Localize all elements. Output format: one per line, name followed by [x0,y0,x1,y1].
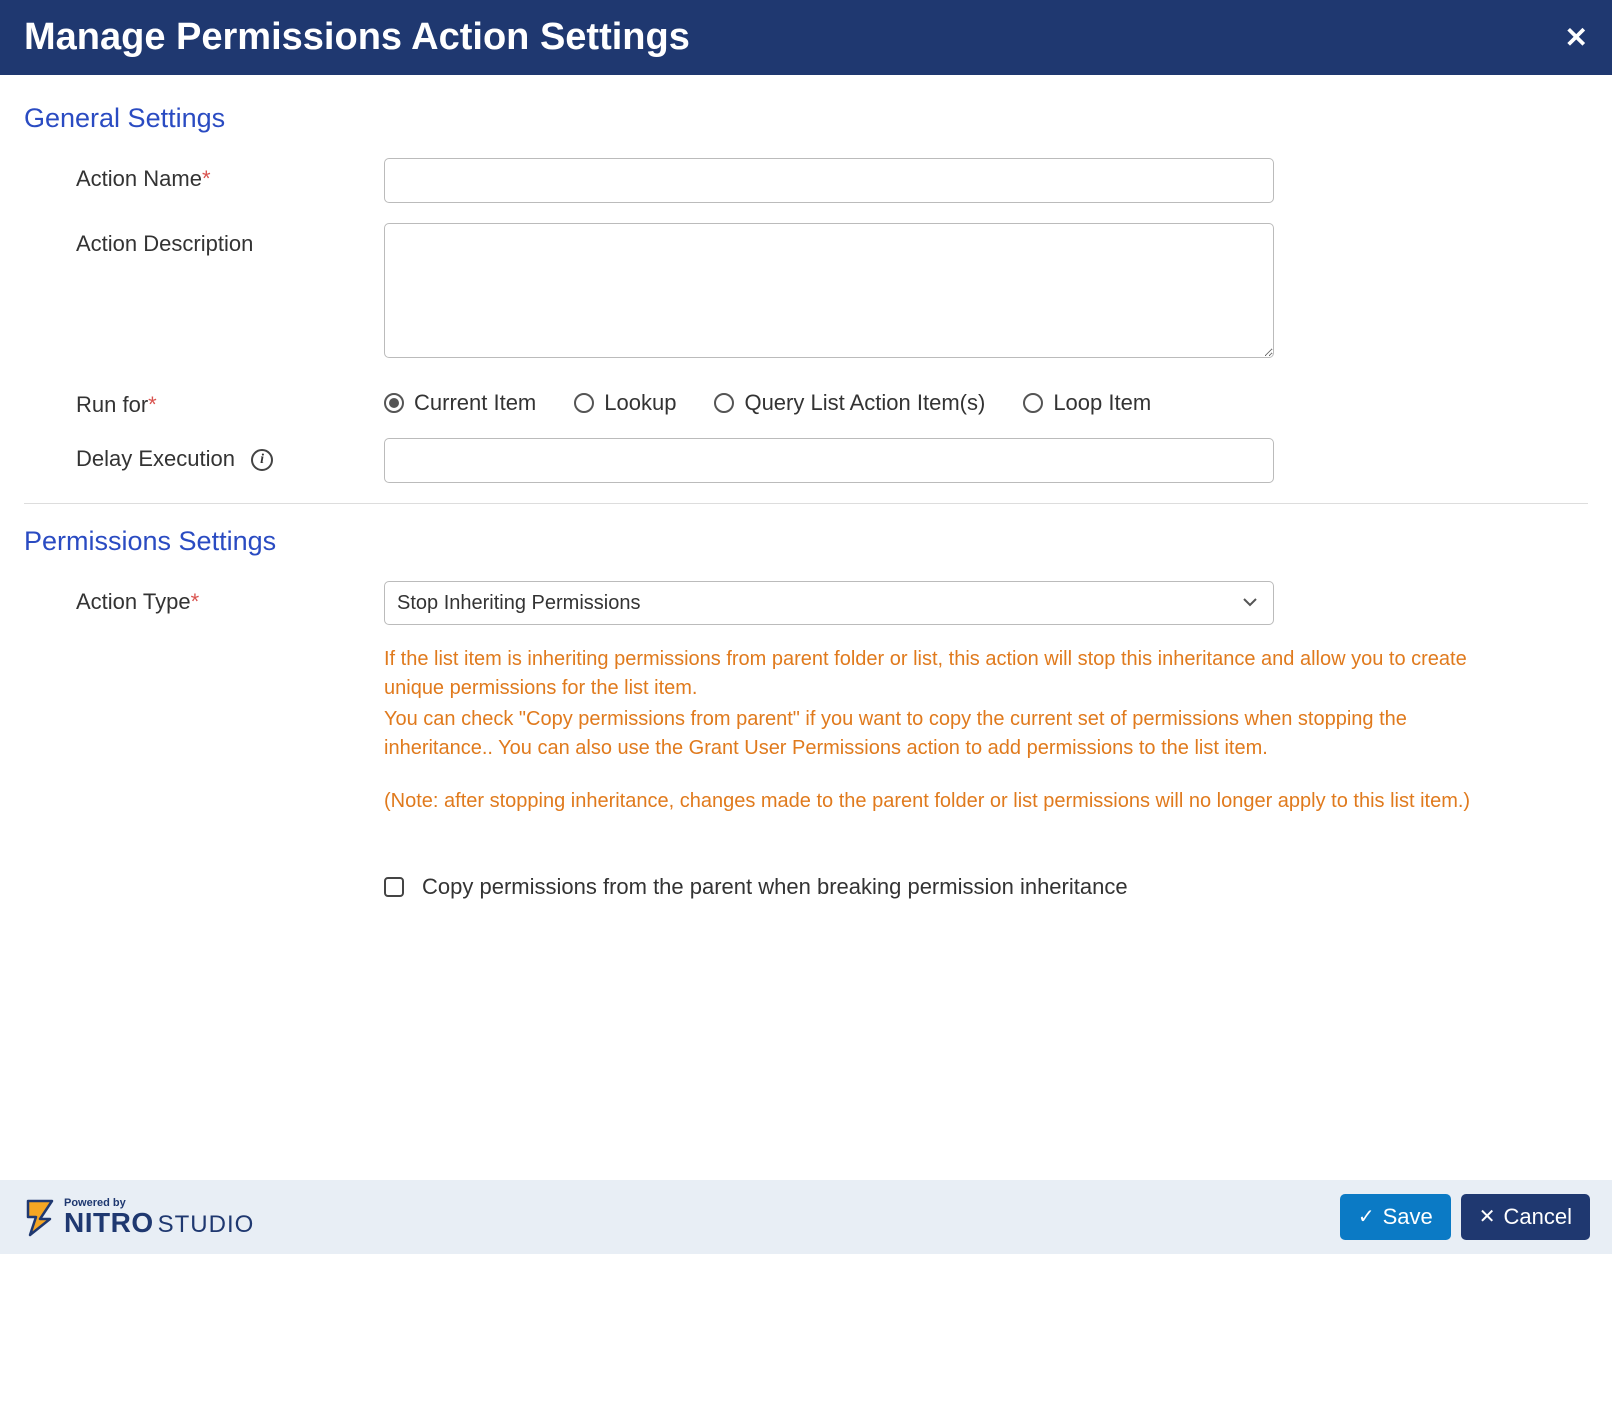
brand-logo-icon [22,1197,58,1237]
radio-icon [1023,393,1043,413]
delay-execution-input[interactable] [384,438,1274,483]
dialog-header: Manage Permissions Action Settings ✕ [0,0,1612,75]
brand-name-main: NITRO [64,1209,154,1237]
cancel-button[interactable]: ✕ Cancel [1461,1194,1590,1240]
checkbox-icon[interactable] [384,877,404,897]
action-name-input[interactable] [384,158,1274,203]
row-run-for: Run for* Current Item Lookup Query List … [24,384,1588,418]
label-action-type: Action Type* [24,581,384,615]
section-title-general: General Settings [24,103,1588,134]
row-delay-execution: Delay Execution i [24,438,1588,483]
dialog-footer: Powered by NITRO STUDIO ✓ Save ✕ Cancel [0,1180,1612,1254]
row-help-text: If the list item is inheriting permissio… [24,645,1588,818]
radio-current-item[interactable]: Current Item [384,390,536,416]
radio-icon [714,393,734,413]
required-marker: * [191,589,200,614]
dialog-content: General Settings Action Name* Action Des… [0,75,1612,900]
save-button[interactable]: ✓ Save [1340,1194,1451,1240]
info-icon[interactable]: i [251,449,273,471]
copy-permissions-checkbox-row[interactable]: Copy permissions from the parent when br… [384,874,1274,900]
action-description-input[interactable] [384,223,1274,358]
copy-permissions-label: Copy permissions from the parent when br… [422,874,1128,900]
radio-query-list[interactable]: Query List Action Item(s) [714,390,985,416]
close-icon[interactable]: ✕ [1565,24,1588,52]
required-marker: * [148,392,157,417]
help-line-2: You can check "Copy permissions from par… [384,705,1504,763]
label-action-name: Action Name* [24,158,384,192]
label-action-description: Action Description [24,223,384,257]
row-copy-permissions: Copy permissions from the parent when br… [24,838,1588,900]
brand-logo: Powered by NITRO STUDIO [22,1197,254,1237]
radio-lookup[interactable]: Lookup [574,390,676,416]
run-for-radio-group: Current Item Lookup Query List Action It… [384,384,1274,416]
check-icon: ✓ [1358,1207,1375,1227]
section-divider [24,503,1588,504]
brand-name-sub: STUDIO [158,1213,255,1237]
row-action-description: Action Description [24,223,1588,364]
footer-button-group: ✓ Save ✕ Cancel [1340,1194,1590,1240]
radio-loop-item[interactable]: Loop Item [1023,390,1151,416]
action-type-select[interactable]: Stop Inheriting Permissions [384,581,1274,625]
close-icon: ✕ [1479,1207,1496,1227]
help-text-block: If the list item is inheriting permissio… [384,645,1504,818]
section-title-permissions: Permissions Settings [24,526,1588,557]
radio-icon [384,393,404,413]
radio-icon [574,393,594,413]
help-line-1: If the list item is inheriting permissio… [384,645,1504,703]
dialog-title: Manage Permissions Action Settings [24,16,690,59]
row-action-type: Action Type* Stop Inheriting Permissions [24,581,1588,625]
help-line-3: (Note: after stopping inheritance, chang… [384,787,1504,816]
label-delay-execution: Delay Execution i [24,438,384,472]
row-action-name: Action Name* [24,158,1588,203]
label-run-for: Run for* [24,384,384,418]
required-marker: * [202,166,211,191]
